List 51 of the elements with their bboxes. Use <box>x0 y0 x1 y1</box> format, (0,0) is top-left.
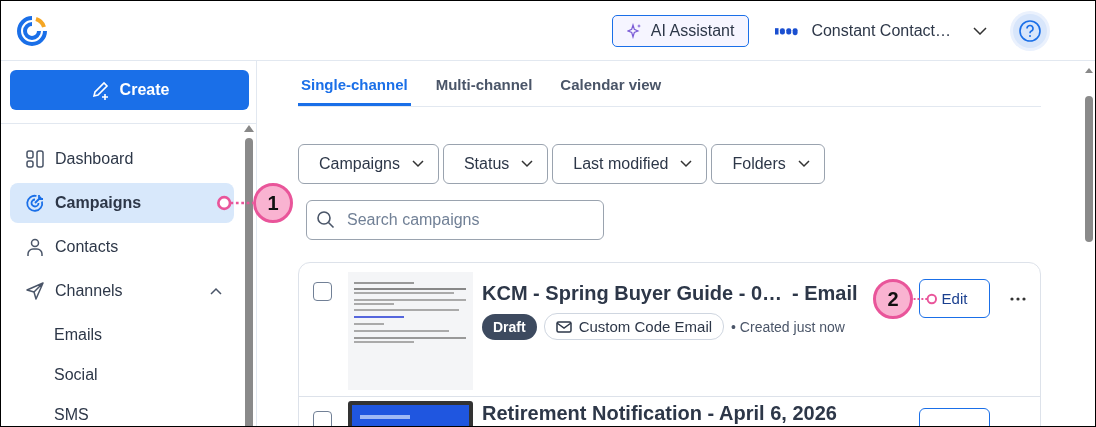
scrollbar-thumb[interactable] <box>245 138 253 426</box>
help-button[interactable] <box>1013 13 1047 48</box>
scroll-up-icon[interactable] <box>244 125 254 132</box>
nav-subitem[interactable]: SMS <box>10 395 234 426</box>
created-time: • Created just now <box>731 318 845 335</box>
paper-plane-icon <box>25 281 45 301</box>
tab[interactable]: Calendar view <box>557 76 665 106</box>
campaign-type-tag: Custom Code Email <box>543 313 725 340</box>
nav-item[interactable]: Contacts <box>10 227 234 267</box>
nav-subitem[interactable]: Social <box>10 355 234 395</box>
campaign-title[interactable]: KCM - Spring Buyer Guide - 0… <box>482 282 783 305</box>
sparkle-icon <box>626 22 643 39</box>
checkbox[interactable] <box>313 411 332 426</box>
chevron-down-icon[interactable] <box>973 26 987 35</box>
chevron-down-icon <box>411 160 424 168</box>
target-icon <box>25 193 45 213</box>
campaign-channel: - Email <box>792 282 858 305</box>
nav-subitem[interactable]: Emails <box>10 315 234 355</box>
campaign-title[interactable]: Retirement Notification - April 6, 2026 <box>482 402 837 425</box>
edit-button[interactable]: Edit <box>919 279 990 318</box>
person-icon <box>25 237 45 257</box>
leader-line <box>217 195 253 211</box>
filter-dropdown[interactable]: Campaigns <box>298 144 439 184</box>
callout-number: 2 <box>873 279 913 319</box>
chevron-down-icon <box>521 160 534 168</box>
leader-line <box>911 291 937 307</box>
tab[interactable]: Single-channel <box>298 76 411 106</box>
search-field[interactable]: Search campaigns <box>306 200 604 240</box>
checkbox[interactable] <box>313 282 332 301</box>
ai-assistant-button[interactable]: AI Assistant <box>611 14 750 47</box>
scroll-up-icon[interactable] <box>1085 67 1093 73</box>
search-icon <box>316 210 336 230</box>
callout-number: 1 <box>253 183 293 223</box>
tab[interactable]: Multi-channel <box>432 76 536 106</box>
nav-item[interactable]: Channels <box>10 271 234 311</box>
filter-dropdown[interactable]: Status <box>442 144 549 184</box>
account-name[interactable]: Constant Contact… <box>811 21 951 40</box>
nav-item[interactable]: Campaigns <box>10 183 234 223</box>
status-badge: Draft <box>482 313 537 340</box>
chevron-up-icon[interactable] <box>210 287 222 295</box>
logo-icon[interactable] <box>16 14 48 47</box>
envelope-icon <box>555 320 572 333</box>
grid-icon <box>25 149 45 169</box>
more-icon[interactable] <box>1010 296 1026 301</box>
nav-item[interactable]: Dashboard <box>10 139 234 179</box>
chevron-down-icon <box>680 160 693 168</box>
filter-dropdown[interactable]: Folders <box>711 144 825 184</box>
scrollbar-thumb[interactable] <box>1085 96 1093 242</box>
chevron-down-icon <box>797 160 810 168</box>
filter-dropdown[interactable]: Last modified <box>552 144 708 184</box>
create-button[interactable]: Create <box>10 70 249 110</box>
